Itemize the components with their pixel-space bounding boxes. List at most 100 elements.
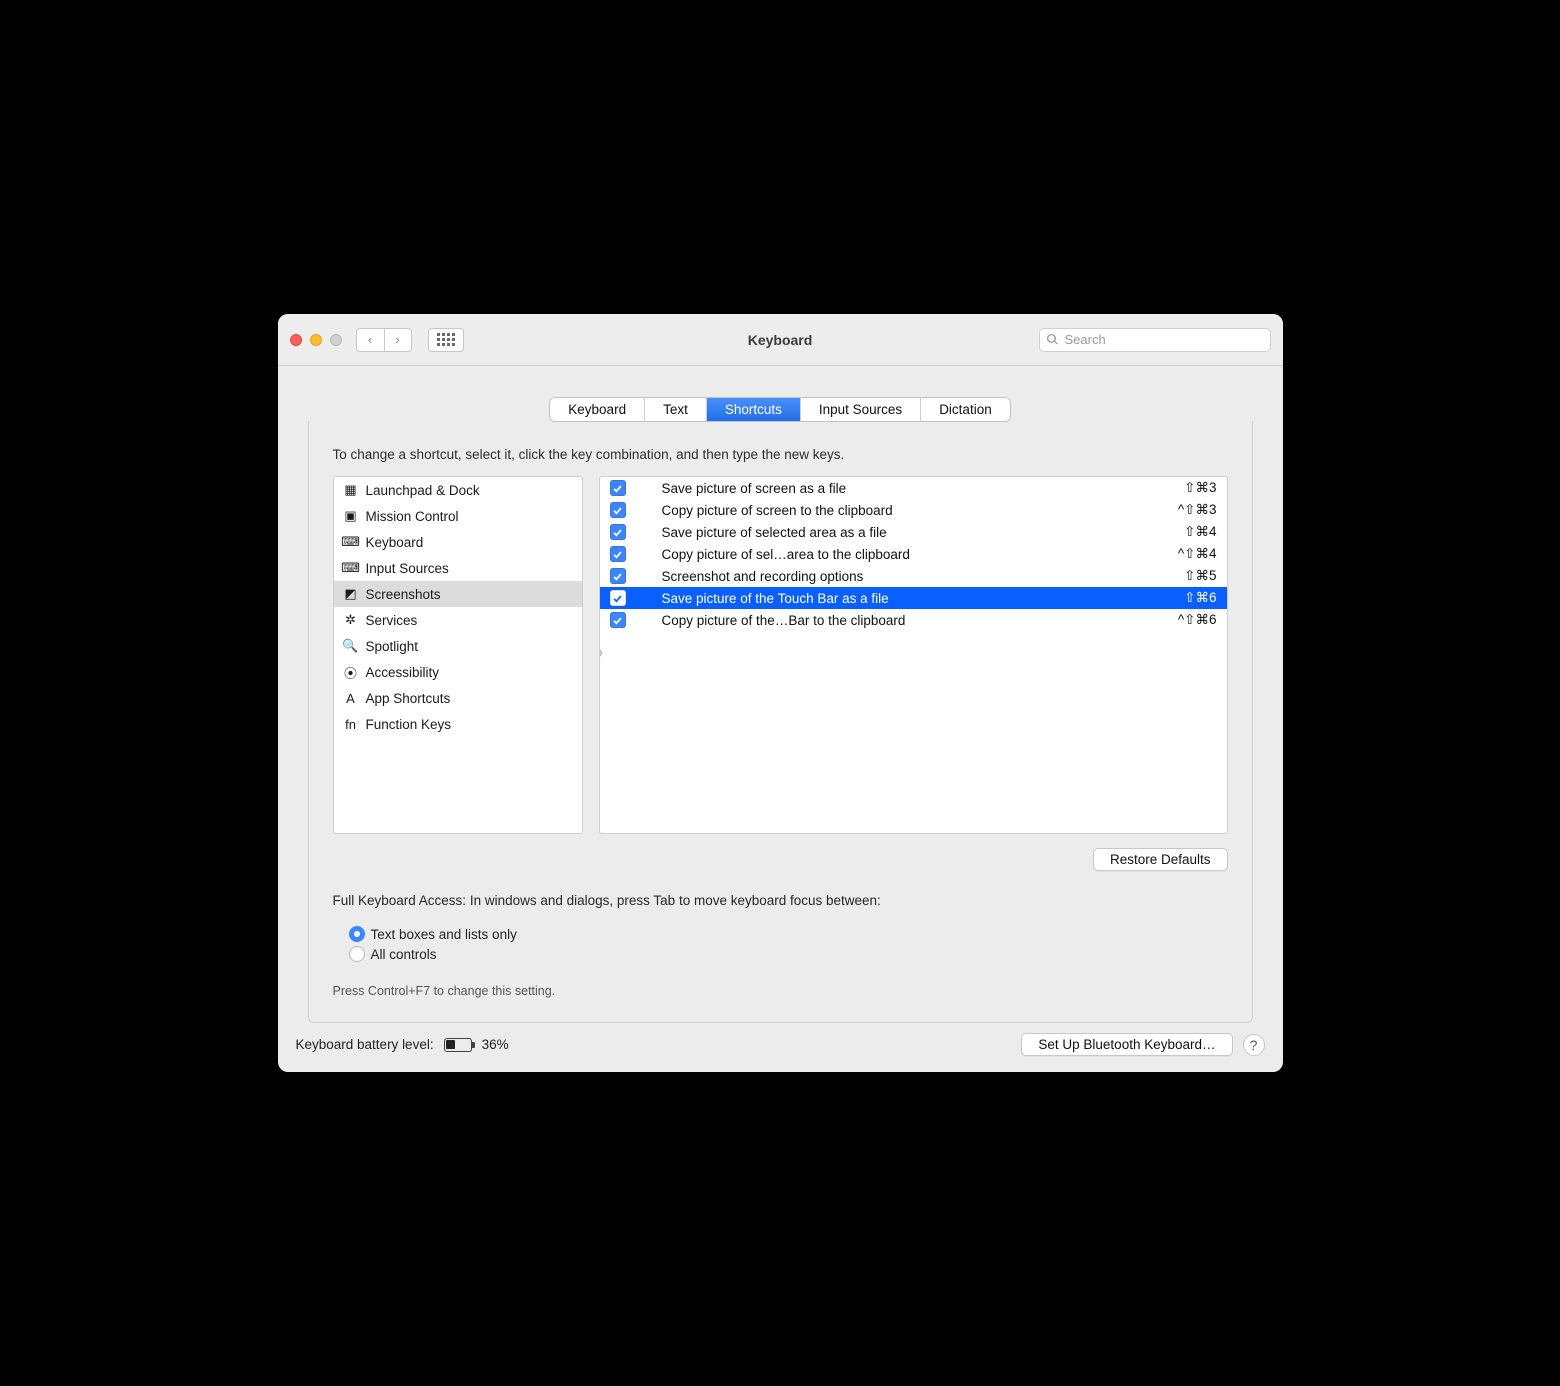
chevron-left-icon: ‹: [368, 332, 372, 347]
mission-control-icon: ▣: [342, 507, 360, 525]
minimize-window-button[interactable]: [310, 334, 322, 346]
traffic-lights: [290, 334, 342, 346]
shortcut-checkbox[interactable]: [610, 480, 626, 496]
category-keyboard[interactable]: ⌨ Keyboard: [334, 529, 582, 555]
setup-bluetooth-keyboard-button[interactable]: Set Up Bluetooth Keyboard…: [1021, 1033, 1232, 1056]
category-label: Input Sources: [366, 561, 449, 576]
shortcut-label: Copy picture of the…Bar to the clipboard: [638, 613, 1168, 628]
radio-button[interactable]: [349, 926, 365, 942]
close-window-button[interactable]: [290, 334, 302, 346]
shortcut-row[interactable]: Save picture of the Touch Bar as a file⇧…: [600, 587, 1227, 609]
footer: Keyboard battery level: 36% Set Up Bluet…: [278, 1023, 1283, 1072]
category-label: Function Keys: [366, 717, 452, 732]
zoom-window-button[interactable]: [330, 334, 342, 346]
category-label: Mission Control: [366, 509, 459, 524]
input-sources-icon: ⌨: [342, 559, 360, 577]
category-services[interactable]: ✲ Services: [334, 607, 582, 633]
shortcut-row[interactable]: Screenshot and recording options ⇧⌘5: [600, 565, 1227, 587]
fka-option[interactable]: Text boxes and lists only: [349, 926, 1228, 942]
shortcut-list[interactable]: Save picture of screen as a file ⇧⌘3 Copy …: [599, 476, 1228, 834]
full-keyboard-access-label: Full Keyboard Access: In windows and dia…: [333, 893, 1228, 908]
spotlight-icon: 🔍: [342, 637, 360, 655]
fka-option[interactable]: All controls: [349, 946, 1228, 962]
category-label: Spotlight: [366, 639, 419, 654]
category-accessibility[interactable]: ⦿ Accessibility: [334, 659, 582, 685]
chevron-right-icon: ›: [395, 332, 399, 347]
category-mission-control[interactable]: ▣ Mission Control: [334, 503, 582, 529]
shortcut-checkbox[interactable]: [610, 524, 626, 540]
back-button[interactable]: ‹: [356, 328, 384, 352]
radio-button[interactable]: [349, 946, 365, 962]
fka-hint: Press Control+F7 to change this setting.: [333, 984, 1228, 998]
launchpad-icon: ▦: [342, 481, 360, 499]
category-spotlight[interactable]: 🔍 Spotlight: [334, 633, 582, 659]
shortcut-label: Screenshot and recording options: [638, 569, 1175, 584]
services-icon: ✲: [342, 611, 360, 629]
keyboard-icon: ⌨: [342, 533, 360, 551]
shortcut-checkbox[interactable]: [610, 590, 626, 606]
shortcut-checkbox[interactable]: [610, 502, 626, 518]
category-label: Launchpad & Dock: [366, 483, 480, 498]
shortcut-keys[interactable]: ^⇧⌘3: [1178, 502, 1217, 518]
shortcut-label: Copy picture of sel…area to the clipboar…: [638, 547, 1168, 562]
shortcuts-panel: To change a shortcut, select it, click t…: [308, 421, 1253, 1023]
category-label: Screenshots: [366, 587, 441, 602]
category-label: Keyboard: [366, 535, 424, 550]
shortcut-keys[interactable]: ⇧⌘3: [1184, 480, 1216, 496]
shortcut-keys[interactable]: ⇧⌘5: [1184, 568, 1216, 584]
shortcut-checkbox[interactable]: [610, 568, 626, 584]
battery-icon: [444, 1038, 472, 1052]
search-icon: [1046, 333, 1059, 346]
tab-shortcuts[interactable]: Shortcuts: [707, 398, 801, 421]
shortcut-row[interactable]: Copy picture of screen to the clipboard ^…: [600, 499, 1227, 521]
forward-button[interactable]: ›: [384, 328, 412, 352]
category-label: App Shortcuts: [366, 691, 451, 706]
pane-body: KeyboardTextShortcutsInput SourcesDictat…: [278, 366, 1283, 1072]
show-all-button[interactable]: [428, 328, 464, 352]
category-launchpad-dock[interactable]: ▦ Launchpad & Dock: [334, 477, 582, 503]
shortcut-label: Save picture of selected area as a file: [638, 525, 1175, 540]
app-shortcuts-icon: A: [342, 689, 360, 707]
shortcut-keys[interactable]: ⇧⌘4: [1184, 524, 1216, 540]
accessibility-icon: ⦿: [342, 663, 360, 681]
screenshots-icon: ◩: [342, 585, 360, 603]
shortcut-row[interactable]: Copy picture of sel…area to the clipboar…: [600, 543, 1227, 565]
function-keys-icon: fn: [342, 715, 360, 733]
battery-percent: 36%: [482, 1037, 509, 1052]
tab-bar: KeyboardTextShortcutsInput SourcesDictat…: [550, 398, 1009, 421]
shortcut-row[interactable]: Copy picture of the…Bar to the clipboard…: [600, 609, 1227, 631]
tab-input-sources[interactable]: Input Sources: [801, 398, 921, 421]
shortcut-keys[interactable]: ^⇧⌘4: [1178, 546, 1217, 562]
toolbar: ‹ › Keyboard: [278, 314, 1283, 366]
category-screenshots[interactable]: ◩ Screenshots: [334, 581, 582, 607]
pane-resize-handle[interactable]: [599, 649, 602, 657]
category-app-shortcuts[interactable]: A App Shortcuts: [334, 685, 582, 711]
category-label: Services: [366, 613, 418, 628]
category-function-keys[interactable]: fn Function Keys: [334, 711, 582, 737]
restore-defaults-button[interactable]: Restore Defaults: [1093, 848, 1228, 871]
shortcut-label: Save picture of screen as a file: [638, 481, 1175, 496]
shortcut-row[interactable]: Save picture of screen as a file ⇧⌘3: [600, 477, 1227, 499]
shortcut-checkbox[interactable]: [610, 612, 626, 628]
category-list[interactable]: ▦ Launchpad & Dock ▣ Mission Control ⌨ Keyboa…: [333, 476, 583, 834]
split-view: ▦ Launchpad & Dock ▣ Mission Control ⌨ Keyboa…: [333, 476, 1228, 834]
category-label: Accessibility: [366, 665, 440, 680]
tab-keyboard[interactable]: Keyboard: [550, 398, 645, 421]
instruction-text: To change a shortcut, select it, click t…: [333, 447, 1228, 462]
shortcut-keys[interactable]: ⇧⌘6: [1184, 590, 1216, 606]
tab-text[interactable]: Text: [645, 398, 707, 421]
nav-buttons: ‹ ›: [356, 328, 412, 352]
shortcut-keys[interactable]: ^⇧⌘6: [1178, 612, 1217, 628]
shortcut-label: Copy picture of screen to the clipboard: [638, 503, 1168, 518]
shortcut-row[interactable]: Save picture of selected area as a file ⇧…: [600, 521, 1227, 543]
tab-dictation[interactable]: Dictation: [921, 398, 1010, 421]
help-button[interactable]: ?: [1243, 1034, 1265, 1056]
search-input[interactable]: [1063, 331, 1264, 348]
radio-label: Text boxes and lists only: [371, 927, 517, 942]
category-input-sources[interactable]: ⌨ Input Sources: [334, 555, 582, 581]
apps-grid-icon: [437, 333, 455, 346]
shortcut-checkbox[interactable]: [610, 546, 626, 562]
search-field[interactable]: [1039, 328, 1271, 352]
battery-label: Keyboard battery level:: [296, 1037, 434, 1052]
preferences-window: ‹ › Keyboard KeyboardTextShortcutsInput …: [278, 314, 1283, 1072]
